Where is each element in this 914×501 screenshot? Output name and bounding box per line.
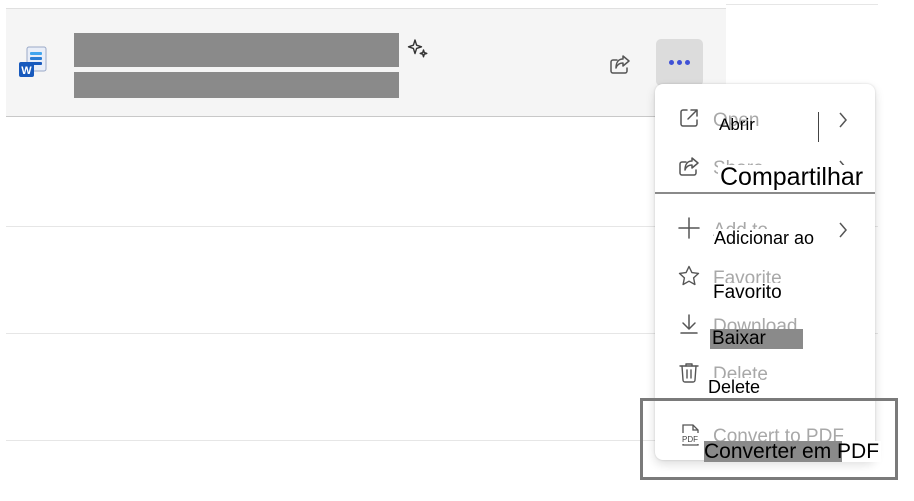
menu-item-label-pt: Favorito [713,282,782,303]
row-divider [6,333,726,334]
more-options-button[interactable] [656,39,703,86]
share-icon [677,154,701,178]
share-button[interactable] [604,48,636,80]
row-divider [6,226,726,227]
menu-item-label-pt: Abrir [719,115,755,134]
plus-icon [677,216,701,240]
sparkle-icon[interactable] [407,38,429,60]
menu-item-label-pt: Adicionar ao [714,228,815,248]
file-list-row[interactable]: W [6,8,726,117]
share-icon [610,55,630,74]
highlight-frame [640,398,898,480]
redacted-file-details [74,72,399,98]
trash-icon [677,360,701,384]
open-in-new-icon [677,106,701,130]
submenu-separator [818,112,819,142]
menu-item-open[interactable]: Open [655,98,875,142]
menu-item-label-pt: Compartilhar [718,163,866,191]
word-document-icon: W [17,46,49,82]
more-dot [669,60,674,65]
more-dot [677,60,682,65]
menu-divider [655,192,875,194]
chevron-right-icon [837,220,849,240]
download-icon [677,312,701,336]
row-divider [726,4,878,5]
menu-item-label-pt: Delete [708,377,761,397]
chevron-right-icon[interactable] [837,110,849,130]
menu-item-label-pt: Baixar [710,329,803,349]
star-icon [677,264,701,288]
row-divider [6,440,726,441]
menu-item-delete[interactable]: Delete [655,352,875,396]
more-dot [685,60,690,65]
redacted-file-name [74,33,399,67]
svg-text:W: W [21,65,32,77]
